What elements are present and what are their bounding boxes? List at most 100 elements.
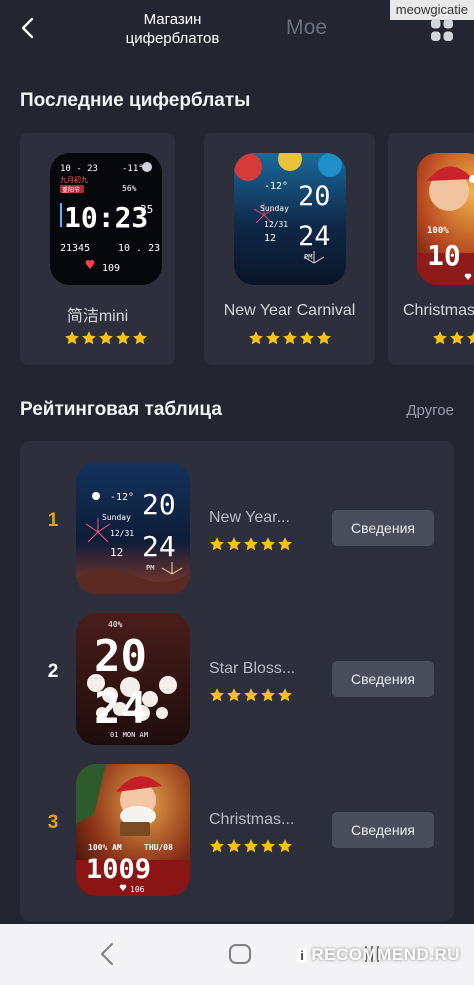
- face-minutes: 24: [142, 530, 176, 563]
- star-icon: [433, 331, 447, 345]
- star-icon: [65, 331, 79, 345]
- watchface-name: 简洁mini: [66, 308, 129, 325]
- star-icon: [227, 537, 241, 551]
- rating-stars: [248, 330, 332, 346]
- watchface-preview: 40% 20 24 01 MON AM: [76, 613, 190, 745]
- face-heart: 106: [130, 885, 145, 894]
- recent-card[interactable]: 100% 10 Christmas: [388, 133, 474, 365]
- details-button[interactable]: Сведения: [332, 661, 434, 697]
- rank-number: 3: [47, 812, 59, 833]
- watermark-text: RECOMMEND.RU: [311, 945, 460, 964]
- rating-stars: [209, 838, 293, 854]
- star-icon: [278, 688, 292, 702]
- watchface-name: New Year...: [209, 509, 290, 526]
- face-time: 10:23: [64, 201, 148, 234]
- star-icon: [133, 331, 147, 345]
- star-icon: [467, 331, 474, 345]
- star-icon: [227, 688, 241, 702]
- star-icon: [210, 537, 224, 551]
- face-temp: -12°: [264, 181, 288, 192]
- face-tag: 重阳节: [62, 186, 80, 194]
- star-icon: [261, 537, 275, 551]
- face-date2: 12: [264, 233, 276, 244]
- watchface-preview: -12° Sunday 12/31 12 20 24 PM: [76, 462, 190, 594]
- face-battery: 40%: [108, 620, 123, 629]
- face-hours: 20: [94, 631, 147, 682]
- leaderboard-row[interactable]: 3 100% AM THU/08 1009 106 Christmas... С…: [20, 754, 454, 896]
- star-icon: [249, 331, 263, 345]
- face-date: THU/08: [144, 843, 173, 852]
- rank-number: 2: [47, 661, 59, 682]
- leaderboard-row[interactable]: 2 40% 20 24 01 MON AM Star Bloss... Свед…: [20, 603, 454, 745]
- tab-watchface-store[interactable]: Магазин циферблатов: [115, 10, 230, 48]
- face-day: Sunday: [260, 204, 289, 213]
- face-minutes: 24: [298, 221, 331, 252]
- header: Магазин циферблатов Мое: [0, 0, 474, 60]
- rating-stars: [209, 687, 293, 703]
- face-day: Sunday: [102, 513, 131, 522]
- face-ampm: PM: [146, 564, 154, 572]
- section-title-leaderboard: Рейтинговая таблица: [20, 399, 222, 420]
- face-date2: 12: [110, 546, 123, 559]
- other-link[interactable]: Другое: [406, 402, 454, 419]
- watchface-name: Star Bloss...: [209, 660, 296, 677]
- star-icon: [227, 839, 241, 853]
- rank-number: 1: [47, 510, 59, 531]
- face-seconds: 35: [140, 203, 153, 216]
- star-icon: [99, 331, 113, 345]
- section-title-recent: Последние циферблаты: [20, 90, 251, 111]
- grid-menu-icon[interactable]: [428, 16, 456, 44]
- star-icon: [210, 688, 224, 702]
- rating-stars: [64, 330, 148, 346]
- star-icon: [261, 839, 275, 853]
- leaderboard-row[interactable]: 1 -12° Sunday 12/31 12 20 24 PM New Year…: [20, 452, 454, 594]
- details-button[interactable]: Сведения: [332, 510, 434, 546]
- leaderboard-list: 1 -12° Sunday 12/31 12 20 24 PM New Year…: [20, 441, 454, 921]
- face-weekday: 01 MON AM: [110, 731, 148, 739]
- face-battery: 56%: [122, 184, 137, 193]
- back-arrow-icon[interactable]: [14, 14, 42, 42]
- face-temp: -12°: [110, 492, 134, 503]
- star-icon: [283, 331, 297, 345]
- face-date: 12/31: [264, 220, 288, 229]
- star-icon: [317, 331, 331, 345]
- star-icon: [116, 331, 130, 345]
- face-steps: 21345: [60, 243, 90, 254]
- star-icon: [300, 331, 314, 345]
- face-hours: 20: [298, 181, 331, 212]
- rating-stars: [209, 536, 293, 552]
- star-icon: [261, 688, 275, 702]
- recent-card[interactable]: 10 - 23 -11° 九月初九 重阳节 56% 10:23 35 21345…: [20, 133, 175, 365]
- face-date: 10 - 23: [60, 164, 98, 174]
- watchface-name: Christmas: [403, 302, 474, 319]
- details-button[interactable]: Сведения: [332, 812, 434, 848]
- face-temp: -11°: [122, 164, 144, 174]
- watchface-preview: -12° Sunday 12/31 12 20 24 PM: [234, 153, 346, 285]
- face-time: 10: [427, 239, 461, 272]
- face-battery: 100%: [427, 226, 449, 236]
- watchface-preview: 100% 10: [417, 153, 474, 285]
- watermark-badge: i: [297, 948, 308, 963]
- face-hours: 20: [142, 488, 176, 521]
- face-heart: 109: [102, 263, 120, 274]
- tab-mine[interactable]: Мое: [286, 16, 327, 40]
- star-icon: [210, 839, 224, 853]
- watchface-preview: 100% AM THU/08 1009 106: [76, 764, 190, 896]
- star-icon: [278, 537, 292, 551]
- face-minutes: 24: [94, 683, 147, 734]
- recent-card[interactable]: -12° Sunday 12/31 12 20 24 PM New Year C…: [204, 133, 375, 365]
- star-icon: [244, 537, 258, 551]
- nav-home-icon[interactable]: [226, 940, 254, 968]
- star-icon: [244, 688, 258, 702]
- star-icon: [266, 331, 280, 345]
- rating-stars: [432, 330, 474, 346]
- star-icon: [278, 839, 292, 853]
- face-date2: 10 . 23: [118, 243, 160, 254]
- watchface-name: Christmas...: [209, 811, 295, 828]
- face-date: 12/31: [110, 529, 134, 538]
- face-battery: 100% AM: [88, 843, 122, 852]
- star-icon: [244, 839, 258, 853]
- nav-back-icon[interactable]: [94, 940, 122, 968]
- watermark-site: i RECOMMEND.RU: [297, 945, 460, 965]
- watchface-name: New Year Carnival: [223, 302, 356, 319]
